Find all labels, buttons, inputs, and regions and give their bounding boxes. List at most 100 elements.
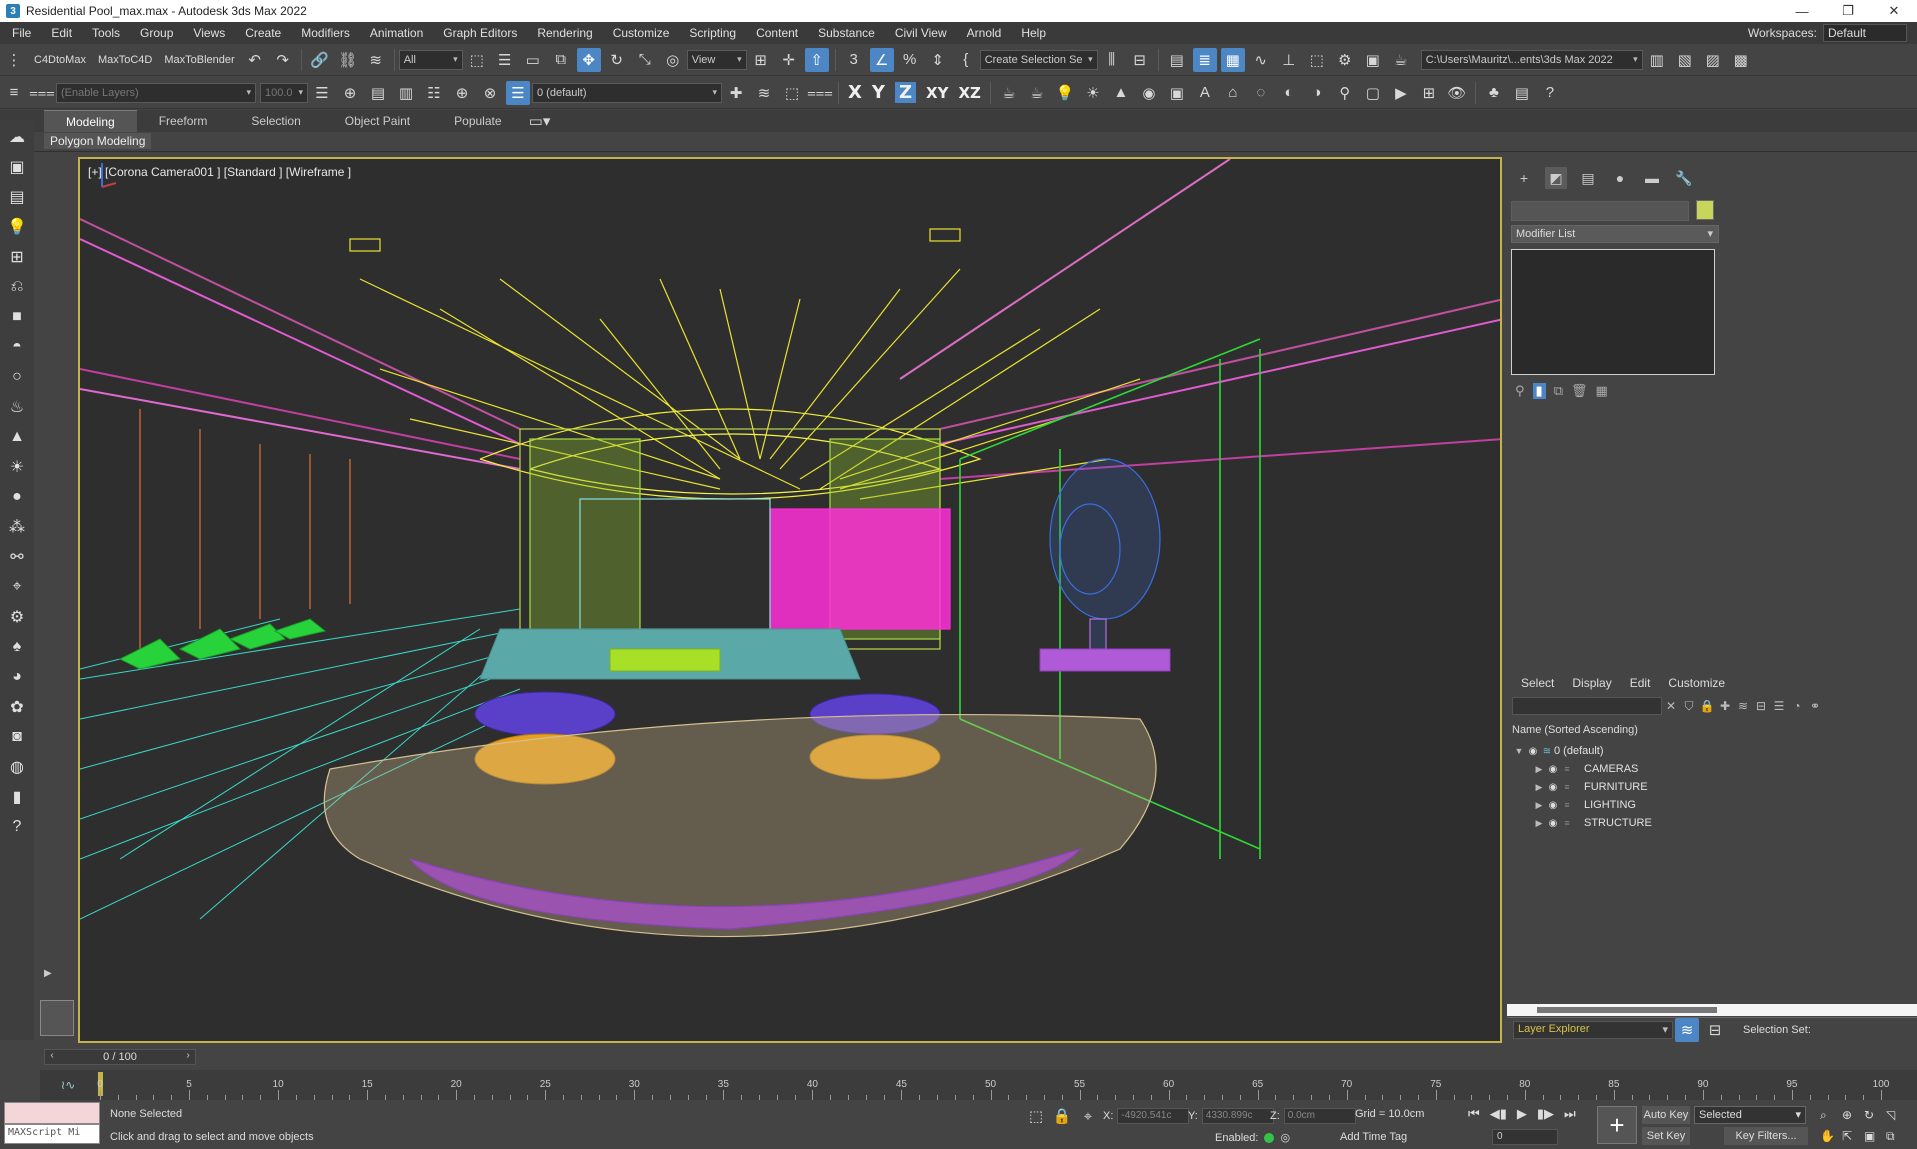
maxtoc4d-button[interactable]: MaxToC4D	[92, 54, 158, 66]
highlight-icon[interactable]: ◔	[1788, 699, 1806, 713]
show-end-result-icon[interactable]: ▮	[1532, 383, 1546, 399]
workspaces-dropdown[interactable]: Default	[1822, 24, 1907, 42]
corona-tool-icon[interactable]: ◑	[1305, 81, 1329, 105]
layer-tool-1-icon[interactable]: ☰	[310, 81, 334, 105]
eye-icon[interactable]: ◉	[1546, 782, 1560, 793]
remove-modifier-icon[interactable]: 🗑	[1571, 383, 1588, 399]
menu-rendering[interactable]: Rendering	[527, 22, 602, 44]
filter-icon[interactable]: ⛉	[1680, 699, 1698, 714]
selection-filter-dropdown[interactable]: All	[398, 49, 463, 70]
bones-icon[interactable]: ⚯	[4, 544, 30, 570]
explorer-menu-select[interactable]: Select	[1521, 676, 1554, 690]
menu-substance[interactable]: Substance	[808, 22, 885, 44]
menu-tools[interactable]: Tools	[82, 22, 130, 44]
explorer-column-header[interactable]: Name (Sorted Ascending)	[1512, 724, 1638, 736]
layer-manager-icon[interactable]: ▨	[1701, 48, 1725, 72]
layer-tool-6-icon[interactable]: ⊕	[450, 81, 474, 105]
lock-icon[interactable]: 🔒	[1698, 699, 1716, 713]
select-and-move-icon[interactable]: ✥	[576, 47, 601, 72]
menu-graph-editors[interactable]: Graph Editors	[433, 22, 527, 44]
sun-icon[interactable]: ☀	[4, 454, 30, 480]
minimize-button[interactable]: —	[1779, 0, 1825, 22]
maximize-viewport-icon[interactable]: ⧉	[1886, 1129, 1908, 1144]
render-icon[interactable]: ◍	[4, 754, 30, 780]
clear-search-icon[interactable]: ✕	[1662, 699, 1680, 713]
project-folder-icon[interactable]: ▥	[1645, 48, 1669, 72]
select-layer-icon[interactable]: ⬚	[780, 81, 804, 105]
tree-row-root[interactable]: ▼ ◉ ≋ 0 (default)	[1512, 742, 1917, 760]
layers-settings-icon[interactable]: ⩶	[29, 81, 55, 105]
corona-converter-icon[interactable]: ◐	[1277, 81, 1301, 105]
create-layer-icon[interactable]: ✚	[724, 81, 748, 105]
add-to-layer-icon[interactable]: ≋	[752, 81, 776, 105]
eye-icon[interactable]: ◉	[1526, 746, 1540, 757]
tab-modeling[interactable]: Modeling	[44, 109, 137, 133]
box-icon[interactable]: ■	[4, 304, 30, 330]
select-manipulate-icon[interactable]: ✛	[777, 48, 801, 72]
modify-tab-icon[interactable]: ◩	[1545, 167, 1567, 189]
cone-icon[interactable]: ▲	[4, 424, 30, 450]
rect-selection-region-icon[interactable]: ▭	[521, 48, 545, 72]
coord-y-field[interactable]: 4330.899c	[1201, 1108, 1274, 1124]
rendered-frame-window-icon[interactable]: ▣	[1361, 48, 1385, 72]
tab-populate[interactable]: Populate	[432, 110, 523, 132]
time-config-icon[interactable]: ◎	[1280, 1131, 1290, 1144]
undo-icon[interactable]: ↶	[243, 48, 267, 72]
freeze-icon[interactable]: ≡	[1560, 782, 1574, 792]
corona-proxy-icon[interactable]: ◉	[1137, 81, 1161, 105]
menu-content[interactable]: Content	[746, 22, 808, 44]
goto-start-icon[interactable]: ⏮	[1468, 1106, 1480, 1122]
corona-material-icon[interactable]: ◌	[1249, 81, 1273, 105]
render-setup-icon[interactable]: ⚙	[1333, 48, 1357, 72]
compass-icon[interactable]: ⌖	[4, 574, 30, 600]
play-triangle-icon[interactable]: ▶	[44, 968, 52, 979]
time-slider[interactable]: ‹ 0 / 100 ›	[44, 1049, 196, 1065]
hierarchy-icon[interactable]: ⊟	[1752, 699, 1770, 713]
particles-icon[interactable]: ⁂	[4, 514, 30, 540]
utilities-tab-icon[interactable]: 🔧	[1673, 167, 1695, 189]
select-by-name-icon[interactable]: ☰	[493, 48, 517, 72]
expand-arrow-icon[interactable]: ▶	[1532, 800, 1546, 811]
c4dtomax-button[interactable]: C4DtoMax	[28, 54, 92, 66]
tab-object-paint[interactable]: Object Paint	[323, 110, 432, 132]
corona-light-icon[interactable]: 💡	[1053, 81, 1077, 105]
teapot-icon[interactable]: ♨	[4, 394, 30, 420]
fov-icon[interactable]: ◹	[1886, 1108, 1908, 1123]
prev-key-icon[interactable]: ◀▮	[1490, 1106, 1507, 1122]
next-frame-icon[interactable]: ›	[181, 1050, 195, 1064]
orbit-icon[interactable]: ↻	[1864, 1108, 1886, 1123]
create-geometry-icon[interactable]: ☁	[4, 124, 30, 150]
menu-group[interactable]: Group	[130, 22, 183, 44]
snaps-toggle-icon[interactable]: 3	[842, 48, 866, 72]
link-icon[interactable]: 🔗	[308, 48, 332, 72]
reference-coord-dropdown[interactable]: View	[686, 49, 747, 70]
angle-snap-icon[interactable]: ∠	[869, 47, 894, 72]
axis-y-button[interactable]: Y	[872, 82, 885, 103]
lights-icon[interactable]: ▤	[4, 184, 30, 210]
pivot-center-icon[interactable]: ⊞	[749, 48, 773, 72]
align-icon[interactable]: ⊟	[1128, 48, 1152, 72]
corona-render-icon[interactable]: ☕	[997, 81, 1021, 105]
corona-decal-icon[interactable]: A	[1193, 81, 1217, 105]
menu-modifiers[interactable]: Modifiers	[291, 22, 360, 44]
auto-key-button[interactable]: Auto Key	[1642, 1106, 1690, 1124]
menu-help[interactable]: Help	[1011, 22, 1056, 44]
set-current-layer-icon[interactable]: ⩶	[807, 81, 833, 105]
help-icon[interactable]: ?	[1538, 81, 1562, 105]
zoom-icon[interactable]: ⌕	[1820, 1108, 1842, 1123]
object-name-field[interactable]	[1511, 201, 1689, 221]
layer-tool-3-icon[interactable]: ▤	[366, 81, 390, 105]
pin-stack-icon[interactable]: ⚲	[1515, 383, 1525, 399]
layer-tool-2-icon[interactable]: ⊕	[338, 81, 362, 105]
set-keys-icon[interactable]: +	[1597, 1106, 1637, 1144]
tab-selection[interactable]: Selection	[229, 110, 322, 132]
sphere-icon[interactable]: ◓	[4, 334, 30, 360]
palette-icon[interactable]: ✿	[4, 694, 30, 720]
configure-modifier-sets-icon[interactable]: ▦	[1596, 383, 1608, 399]
menu-arnold[interactable]: Arnold	[957, 22, 1012, 44]
corona-eye-icon[interactable]: 👁	[1445, 81, 1469, 105]
percent-snap-icon[interactable]: %	[898, 48, 922, 72]
corona-ipr-icon[interactable]: ☕	[1025, 81, 1049, 105]
scrollbar-thumb[interactable]	[1537, 1007, 1717, 1013]
mirror-icon[interactable]: ⫼	[1100, 48, 1124, 72]
